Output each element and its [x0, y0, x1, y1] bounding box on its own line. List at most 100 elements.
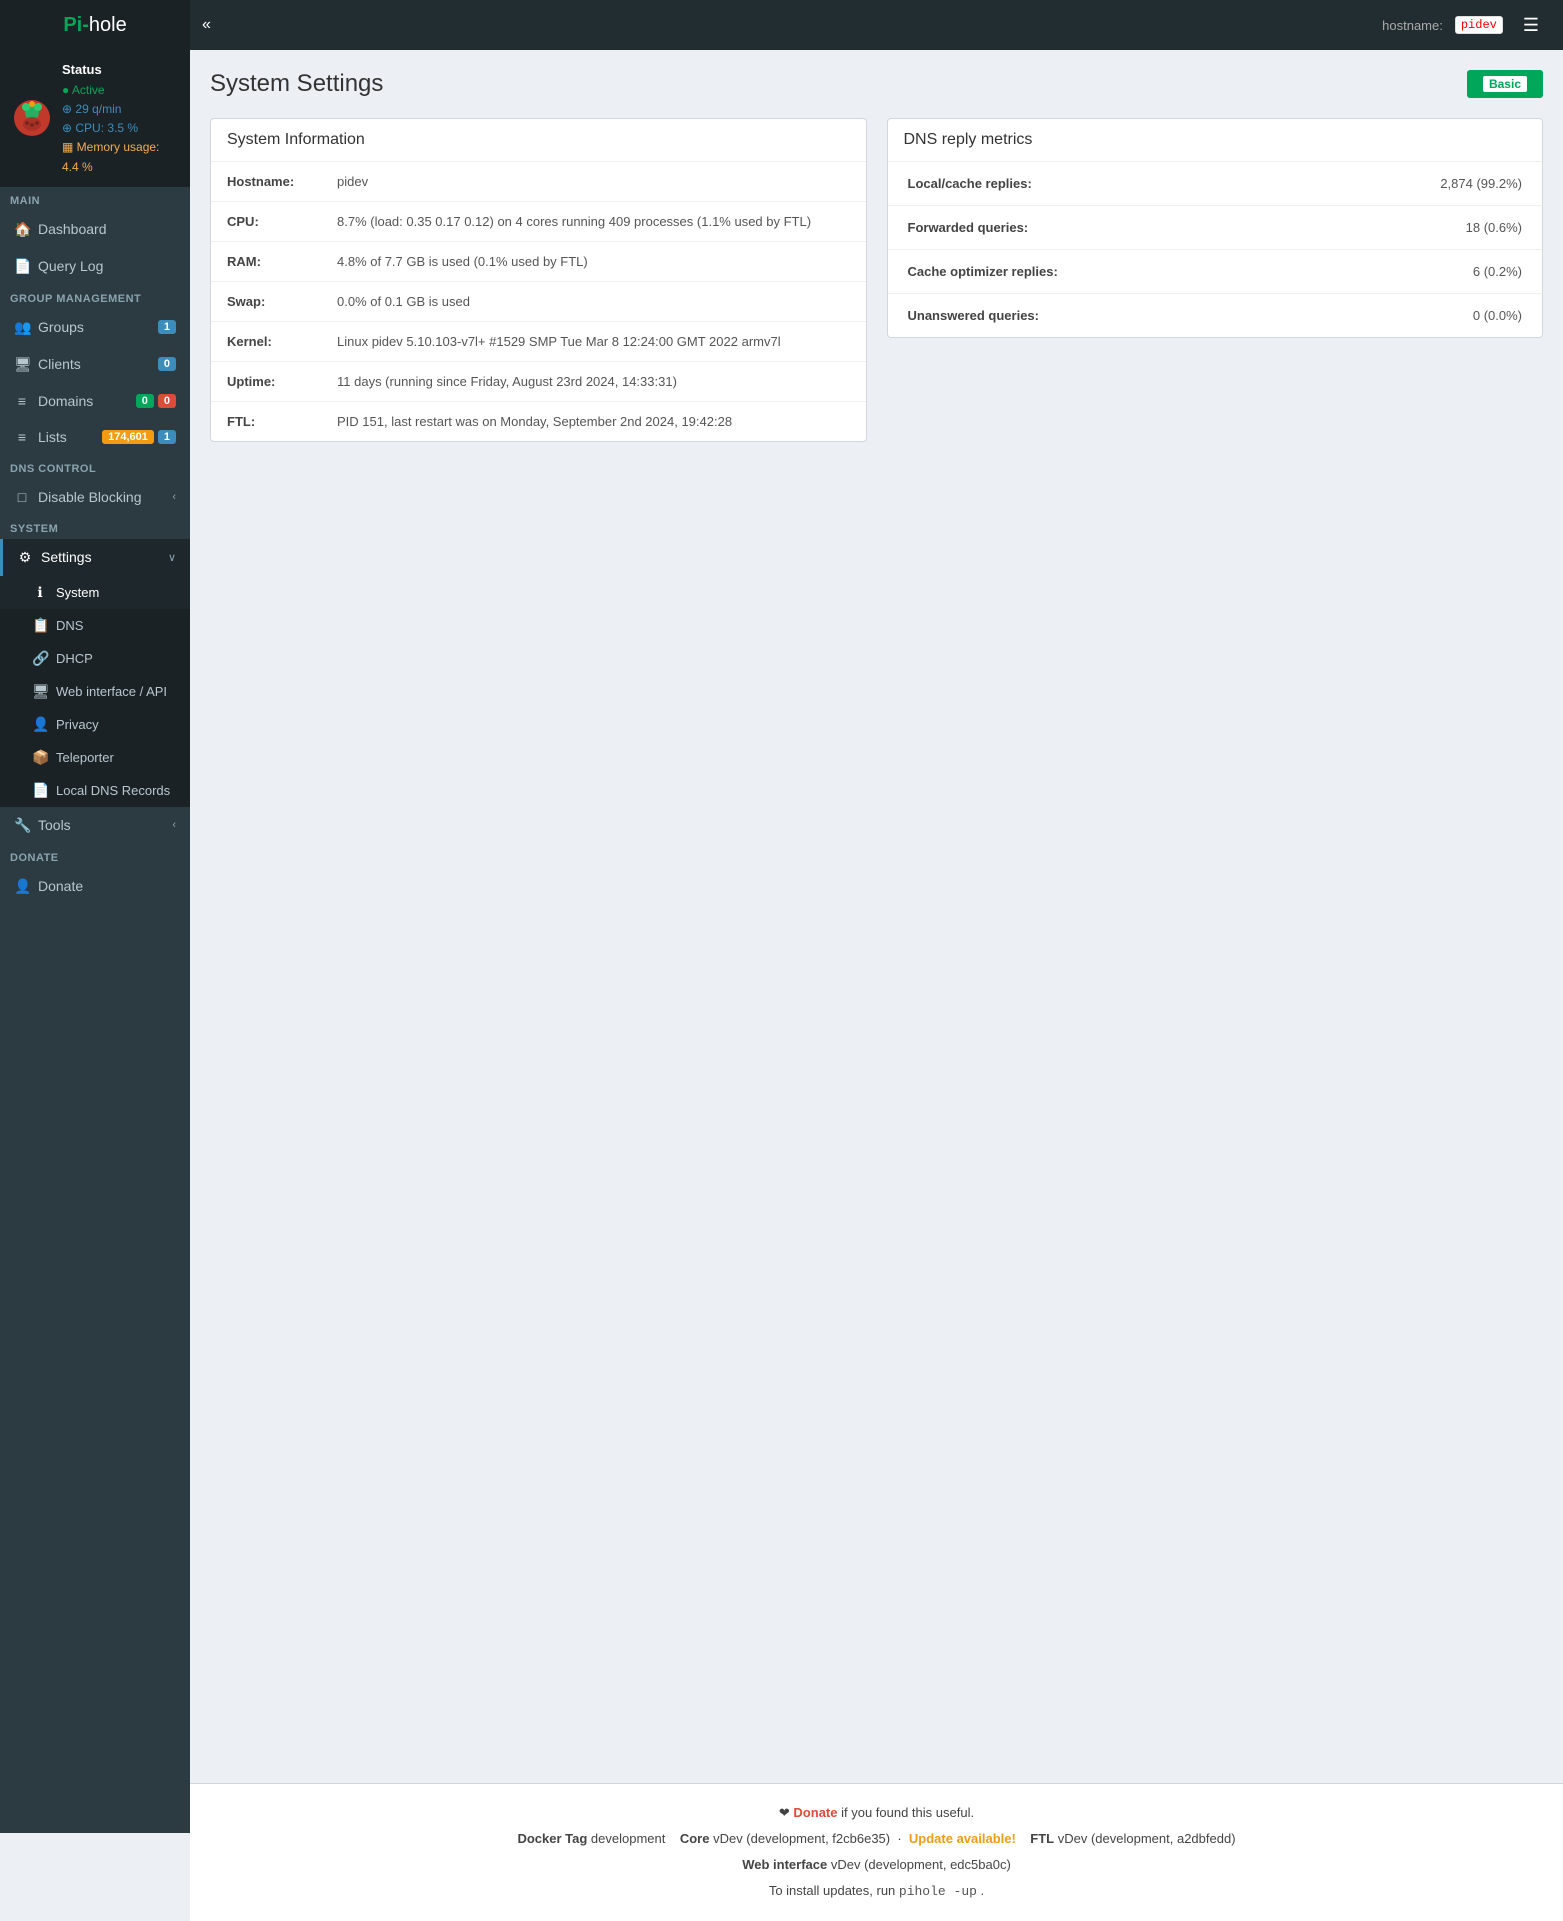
- footer-ftl-val: vDev (development, a2dbfedd): [1058, 1831, 1236, 1846]
- sidebar-item-groups[interactable]: 👥 Groups 1: [0, 309, 190, 346]
- row-value-uptime: 11 days (running since Friday, August 23…: [321, 362, 866, 402]
- domains-icon: ≡: [14, 393, 30, 409]
- navbar-menu-button[interactable]: ☰: [1515, 7, 1547, 44]
- sidebar-label-privacy: Privacy: [56, 717, 176, 732]
- sidebar-label-settings: Settings: [41, 549, 168, 565]
- metric-label-local: Local/cache replies:: [888, 162, 1287, 206]
- footer-web-label: Web interface: [742, 1857, 827, 1872]
- basic-toggle-indicator: Basic: [1483, 76, 1527, 92]
- sidebar-item-system[interactable]: ℹ System: [0, 576, 190, 609]
- sidebar-item-teleporter[interactable]: 📦 Teleporter: [0, 741, 190, 774]
- sidebar-label-teleporter: Teleporter: [56, 750, 176, 765]
- sidebar-label-domains: Domains: [38, 393, 132, 409]
- main-footer: ❤ Donate if you found this useful. Docke…: [190, 1783, 1563, 1921]
- footer-core-label: Core: [680, 1831, 710, 1846]
- sidebar-label-tools: Tools: [38, 817, 172, 833]
- sidebar-section-dns-control: DNS CONTROL: [0, 455, 190, 479]
- sidebar-label-dhcp: DHCP: [56, 651, 176, 666]
- brand-text-post: hole: [89, 14, 127, 37]
- footer-donate-link[interactable]: Donate: [793, 1805, 837, 1820]
- sidebar-item-donate[interactable]: 👤 Donate: [0, 868, 190, 905]
- table-row: FTL: PID 151, last restart was on Monday…: [211, 402, 866, 442]
- dns-icon: 📋: [32, 617, 48, 634]
- sidebar-label-query-log: Query Log: [38, 258, 176, 274]
- footer-install-suffix: .: [981, 1883, 985, 1898]
- chevron-right-icon: ‹: [172, 491, 176, 503]
- donate-icon: 👤: [14, 878, 30, 895]
- sidebar-status-title: Status: [62, 60, 178, 81]
- hostname-badge: pidev: [1455, 16, 1503, 34]
- sidebar-item-local-dns[interactable]: 📄 Local DNS Records: [0, 774, 190, 807]
- sidebar-status: Status ● Active ⊕ 29 q/min ⊕ CPU: 3.5 % …: [0, 50, 190, 187]
- pihole-logo: [12, 98, 52, 138]
- sidebar-item-query-log[interactable]: 📄 Query Log: [0, 248, 190, 285]
- brand-text-pre: Pi-: [63, 14, 89, 37]
- footer-install-cmd: pihole -up: [899, 1884, 977, 1899]
- settings-icon: ⚙: [17, 549, 33, 566]
- sidebar-label-web-interface: Web interface / API: [56, 684, 176, 699]
- table-row: CPU: 8.7% (load: 0.35 0.17 0.12) on 4 co…: [211, 202, 866, 242]
- sidebar-status-queries: ⊕ 29 q/min: [62, 100, 178, 119]
- metric-value-unanswered: 0 (0.0%): [1287, 294, 1542, 338]
- home-icon: 🏠: [14, 221, 30, 238]
- lists-badge-orange: 174,601: [102, 430, 154, 444]
- cards-row: System Information Hostname: pidev CPU: …: [210, 118, 1543, 442]
- sidebar-item-privacy[interactable]: 👤 Privacy: [0, 708, 190, 741]
- sidebar-item-settings[interactable]: ⚙ Settings ∨: [0, 539, 190, 576]
- sidebar-item-dns[interactable]: 📋 DNS: [0, 609, 190, 642]
- domains-badge-red: 0: [158, 394, 176, 408]
- toggle-sidebar-button[interactable]: «: [190, 8, 223, 42]
- footer-ftl-label: FTL: [1030, 1831, 1054, 1846]
- sidebar-item-web-interface[interactable]: 🖥 Web interface / API: [0, 675, 190, 708]
- row-value-kernel: Linux pidev 5.10.103-v7l+ #1529 SMP Tue …: [321, 322, 866, 362]
- sidebar-label-donate: Donate: [38, 878, 176, 894]
- tools-icon: 🔧: [14, 817, 30, 834]
- sidebar-section-main: MAIN: [0, 187, 190, 211]
- page-header: System Settings Basic: [210, 70, 1543, 98]
- table-row: RAM: 4.8% of 7.7 GB is used (0.1% used b…: [211, 242, 866, 282]
- lists-icon: ≡: [14, 429, 30, 445]
- system-info-table: Hostname: pidev CPU: 8.7% (load: 0.35 0.…: [211, 162, 866, 441]
- top-navbar: Pi-hole « hostname: pidev ☰: [0, 0, 1563, 50]
- system-icon: ℹ: [32, 584, 48, 601]
- sidebar-item-tools[interactable]: 🔧 Tools ‹: [0, 807, 190, 844]
- footer-docker-tag: development: [591, 1831, 665, 1846]
- metric-label-cache-optimizer: Cache optimizer replies:: [888, 250, 1287, 294]
- teleporter-icon: 📦: [32, 749, 48, 766]
- sidebar: Status ● Active ⊕ 29 q/min ⊕ CPU: 3.5 % …: [0, 50, 190, 1833]
- dns-metrics-card-header: DNS reply metrics: [888, 119, 1543, 162]
- sidebar-item-lists[interactable]: ≡ Lists 174,601 1: [0, 419, 190, 455]
- file-icon: 📄: [14, 258, 30, 275]
- sidebar-label-groups: Groups: [38, 319, 154, 335]
- sidebar-item-dashboard[interactable]: 🏠 Dashboard: [0, 211, 190, 248]
- web-icon: 🖥: [32, 683, 48, 700]
- page-title: System Settings: [210, 70, 383, 98]
- footer-install-prefix: To install updates, run: [769, 1883, 895, 1898]
- footer-donate-line: ❤ Donate if you found this useful.: [210, 1800, 1543, 1826]
- footer-web-line: Web interface vDev (development, edc5ba0…: [210, 1852, 1543, 1878]
- row-label-hostname: Hostname:: [211, 162, 321, 202]
- sidebar-item-clients[interactable]: 🖥 Clients 0: [0, 346, 190, 383]
- sidebar-section-group-mgmt: GROUP MANAGEMENT: [0, 285, 190, 309]
- row-label-uptime: Uptime:: [211, 362, 321, 402]
- metric-label-unanswered: Unanswered queries:: [888, 294, 1287, 338]
- tools-chevron-icon: ‹: [172, 819, 176, 831]
- sidebar-label-disable-blocking: Disable Blocking: [38, 489, 172, 505]
- brand-logo[interactable]: Pi-hole: [0, 0, 190, 50]
- sidebar-status-active: ● Active: [62, 81, 178, 100]
- sidebar-label-system: System: [56, 585, 176, 600]
- row-value-ram: 4.8% of 7.7 GB is used (0.1% used by FTL…: [321, 242, 866, 282]
- sidebar-label-clients: Clients: [38, 356, 154, 372]
- sidebar-item-dhcp[interactable]: 🔗 DHCP: [0, 642, 190, 675]
- local-dns-icon: 📄: [32, 782, 48, 799]
- sidebar-item-domains[interactable]: ≡ Domains 0 0: [0, 383, 190, 419]
- footer-web-val: vDev (development, edc5ba0c): [831, 1857, 1011, 1872]
- table-row: Hostname: pidev: [211, 162, 866, 202]
- basic-toggle-button[interactable]: Basic: [1467, 70, 1543, 98]
- footer-install-line: To install updates, run pihole -up .: [210, 1878, 1543, 1905]
- sidebar-item-disable-blocking[interactable]: □ Disable Blocking ‹: [0, 479, 190, 515]
- row-label-ftl: FTL:: [211, 402, 321, 442]
- sidebar-status-memory: ▦ Memory usage: 4.4 %: [62, 138, 178, 176]
- table-row: Forwarded queries: 18 (0.6%): [888, 206, 1543, 250]
- footer-docker-label: Docker Tag: [517, 1831, 587, 1846]
